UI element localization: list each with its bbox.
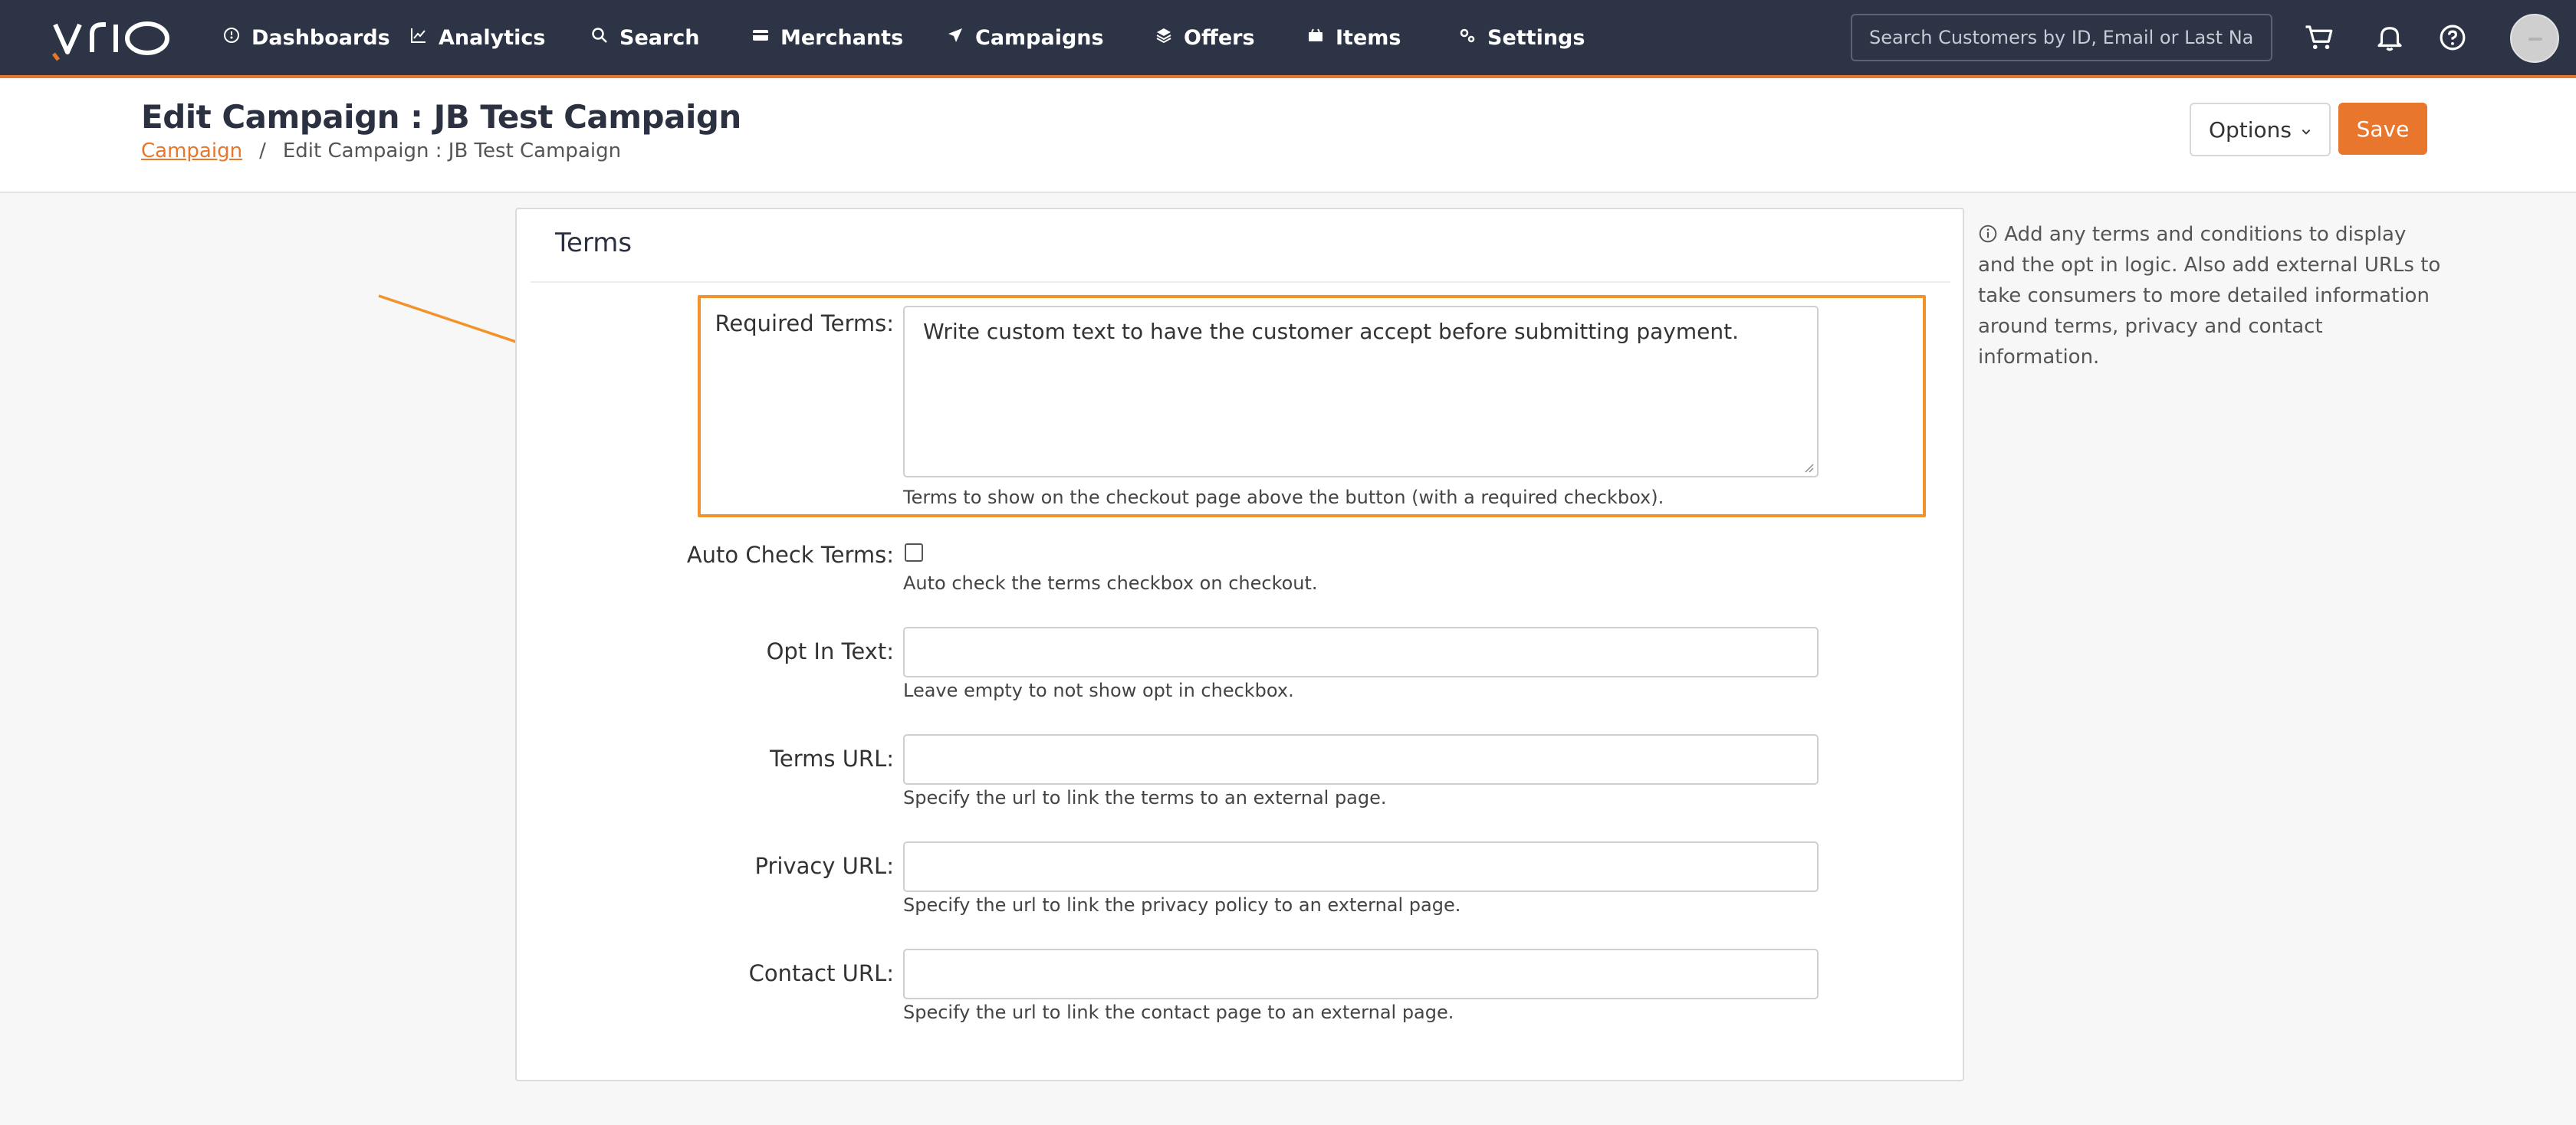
nav-settings[interactable]: Settings: [1458, 0, 1585, 75]
page-title: Edit Campaign : JB Test Campaign: [141, 98, 741, 136]
auto-check-terms-checkbox[interactable]: [905, 543, 923, 562]
nav-label: Dashboards: [251, 25, 390, 50]
vrio-logo[interactable]: [52, 14, 175, 63]
nav-search[interactable]: Search: [590, 0, 700, 75]
contact-url-help: Specify the url to link the contact page…: [903, 1002, 1454, 1023]
breadcrumb-current: Edit Campaign : JB Test Campaign: [282, 139, 622, 162]
privacy-url-help: Specify the url to link the privacy poli…: [903, 894, 1461, 916]
side-note: Add any terms and conditions to display …: [1978, 219, 2446, 372]
terms-card: Terms Required Terms: Write custom text …: [515, 208, 1964, 1081]
opt-in-text-label: Opt In Text:: [766, 638, 894, 664]
chart-line-icon: [409, 26, 428, 50]
nav-offers[interactable]: Offers: [1155, 0, 1255, 75]
box-icon: [1306, 26, 1325, 50]
layers-icon: [1155, 26, 1173, 50]
terms-url-help: Specify the url to link the terms to an …: [903, 787, 1387, 808]
auto-check-terms-label: Auto Check Terms:: [686, 542, 894, 568]
opt-in-text-input[interactable]: [903, 627, 1819, 677]
breadcrumb-campaign-link[interactable]: Campaign: [141, 139, 242, 162]
privacy-url-label: Privacy URL:: [754, 853, 894, 879]
side-note-text: Add any terms and conditions to display …: [1978, 223, 2441, 369]
nav-dashboards[interactable]: Dashboards: [222, 0, 390, 75]
nav-items[interactable]: Items: [1306, 0, 1401, 75]
privacy-url-input[interactable]: [903, 841, 1819, 892]
nav-campaigns[interactable]: Campaigns: [917, 0, 1121, 80]
auto-check-terms-help: Auto check the terms checkbox on checkou…: [903, 572, 1318, 594]
contact-url-input[interactable]: [903, 949, 1819, 999]
resize-grip-icon[interactable]: [1803, 462, 1814, 473]
nav-label: Offers: [1184, 25, 1255, 50]
search-icon: [590, 26, 609, 50]
required-terms-value: Write custom text to have the customer a…: [923, 319, 1739, 344]
top-navbar: Dashboards Analytics Search Merchants Ca…: [0, 0, 2576, 80]
dashboard-icon: [222, 26, 241, 50]
card-divider: [531, 281, 1950, 283]
nav-label: Search: [619, 25, 700, 50]
terms-url-label: Terms URL:: [770, 746, 894, 772]
required-terms-textarea[interactable]: Write custom text to have the customer a…: [903, 306, 1819, 477]
card-icon: [751, 26, 770, 50]
page-header: Edit Campaign : JB Test Campaign Campaig…: [0, 78, 2576, 193]
card-title: Terms: [555, 228, 632, 258]
nav-analytics[interactable]: Analytics: [409, 0, 545, 75]
send-icon: [946, 26, 964, 50]
options-dropdown-button[interactable]: Options: [2190, 103, 2331, 156]
required-terms-help: Terms to show on the checkout page above…: [903, 487, 1664, 508]
nav-label: Campaigns: [975, 25, 1104, 50]
nav-merchants[interactable]: Merchants: [751, 0, 903, 75]
gears-icon: [1458, 26, 1477, 50]
bell-icon[interactable]: [2374, 21, 2406, 54]
cart-icon[interactable]: [2303, 21, 2335, 54]
info-icon: [1978, 223, 2004, 246]
required-terms-label: Required Terms:: [715, 310, 894, 336]
terms-url-input[interactable]: [903, 734, 1819, 785]
save-button[interactable]: Save: [2338, 103, 2427, 155]
nav-label: Analytics: [439, 25, 546, 50]
nav-label: Settings: [1487, 25, 1585, 50]
customer-search-input[interactable]: [1851, 14, 2272, 61]
nav-label: Items: [1336, 25, 1401, 50]
nav-label: Merchants: [780, 25, 904, 50]
help-icon[interactable]: [2436, 21, 2469, 54]
opt-in-text-help: Leave empty to not show opt in checkbox.: [903, 680, 1294, 701]
chevron-down-icon: [2301, 117, 2312, 143]
avatar[interactable]: [2510, 14, 2559, 63]
contact-url-label: Contact URL:: [748, 960, 894, 986]
options-label: Options: [2208, 116, 2292, 143]
breadcrumb: Campaign / Edit Campaign : JB Test Campa…: [141, 139, 621, 162]
breadcrumb-separator: /: [259, 139, 266, 162]
